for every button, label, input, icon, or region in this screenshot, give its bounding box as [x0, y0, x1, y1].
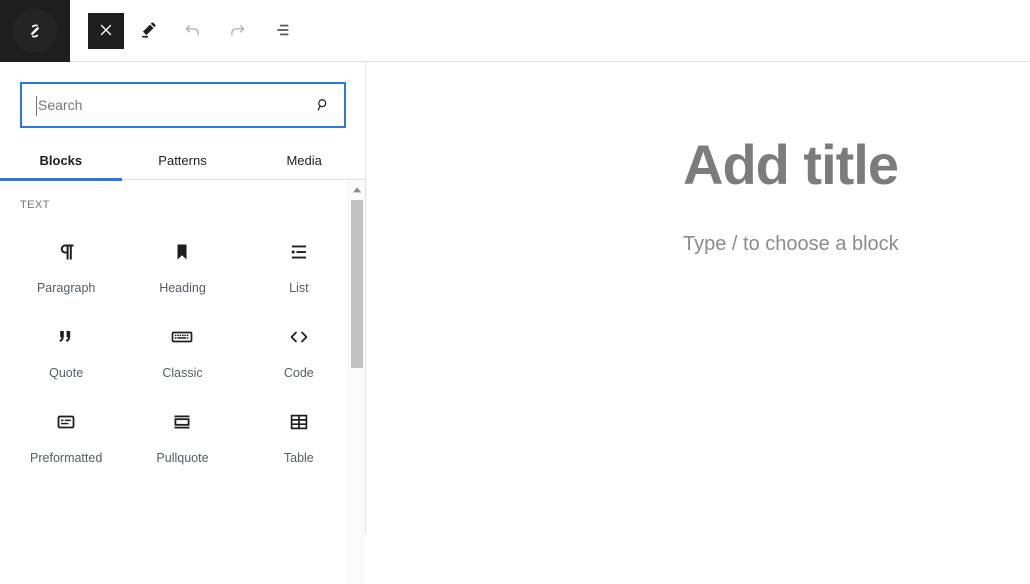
redo-button[interactable]	[218, 12, 256, 50]
block-label: Classic	[162, 366, 203, 380]
block-item-heading[interactable]: Heading	[124, 221, 240, 306]
section-title-text: TEXT	[20, 199, 50, 211]
block-item-code[interactable]: Code	[241, 306, 357, 391]
inserter-tabs: Blocks Patterns Media	[0, 140, 365, 181]
text-cursor	[36, 96, 37, 116]
tab-blocks[interactable]: Blocks	[0, 140, 122, 181]
heading-bookmark-icon	[170, 235, 194, 269]
editor-top-bar	[0, 0, 1030, 62]
wordpress-block-editor-logo-icon	[13, 9, 57, 53]
paragraph-pilcrow-icon	[54, 235, 78, 269]
block-item-classic[interactable]: Classic	[124, 306, 240, 391]
block-label: Quote	[49, 366, 84, 380]
block-label: Paragraph	[36, 281, 96, 295]
table-grid-icon	[287, 405, 311, 439]
undo-arrow-icon	[182, 19, 204, 44]
block-label: Code	[283, 366, 314, 380]
block-item-list[interactable]: List	[241, 221, 357, 306]
close-block-inserter-button[interactable]	[88, 13, 124, 49]
block-label: Preformatted	[30, 451, 103, 465]
block-label: Heading	[159, 281, 206, 295]
edit-tool-button[interactable]	[130, 12, 168, 50]
code-angle-brackets-icon	[286, 320, 312, 354]
preformatted-box-icon	[54, 405, 78, 439]
block-search-container	[20, 82, 346, 128]
list-view-icon	[270, 19, 292, 44]
block-label: Table	[283, 451, 314, 465]
wordpress-logo-button[interactable]	[0, 0, 70, 62]
tab-media-label: Media	[286, 152, 322, 168]
post-title-placeholder[interactable]: Add title	[683, 137, 899, 193]
search-input[interactable]	[22, 85, 344, 125]
classic-keyboard-icon	[169, 320, 195, 354]
post-body-placeholder[interactable]: Type / to choose a block	[683, 234, 899, 254]
block-list-scroll-area[interactable]: TEXT Paragraph Heading List Quote Classi…	[0, 181, 365, 522]
block-list-scrollbar[interactable]	[348, 181, 365, 584]
list-bullets-icon	[287, 235, 311, 269]
list-view-button[interactable]	[262, 12, 300, 50]
block-item-preformatted[interactable]: Preformatted	[8, 391, 124, 476]
scrollbar-thumb[interactable]	[351, 200, 363, 368]
undo-button[interactable]	[174, 12, 212, 50]
block-label: Pullquote	[156, 451, 209, 465]
scroll-up-button[interactable]	[349, 181, 365, 198]
quote-marks-icon	[54, 320, 78, 354]
pencil-edit-icon	[138, 19, 160, 44]
search-magnifier-icon	[314, 96, 332, 114]
block-inserter-panel: Blocks Patterns Media TEXT Paragraph	[0, 62, 366, 584]
editor-canvas[interactable]: Add title Type / to choose a block	[366, 62, 1030, 533]
block-grid: Paragraph Heading List Quote Classic Cod…	[0, 221, 365, 476]
block-search-box[interactable]	[20, 82, 346, 128]
block-item-quote[interactable]: Quote	[8, 306, 124, 391]
tab-blocks-label: Blocks	[39, 152, 83, 168]
block-label: List	[289, 281, 309, 295]
redo-arrow-icon	[226, 19, 248, 44]
close-icon	[97, 21, 115, 42]
block-item-paragraph[interactable]: Paragraph	[8, 221, 124, 306]
tab-patterns-label: Patterns	[158, 152, 207, 168]
scroll-up-arrow-icon	[352, 181, 362, 199]
block-item-table[interactable]: Table	[241, 391, 357, 476]
pullquote-bars-icon	[170, 405, 194, 439]
tab-patterns[interactable]: Patterns	[122, 140, 244, 180]
block-item-pullquote[interactable]: Pullquote	[124, 391, 240, 476]
top-toolbar-buttons	[88, 0, 300, 62]
tab-media[interactable]: Media	[243, 140, 365, 180]
